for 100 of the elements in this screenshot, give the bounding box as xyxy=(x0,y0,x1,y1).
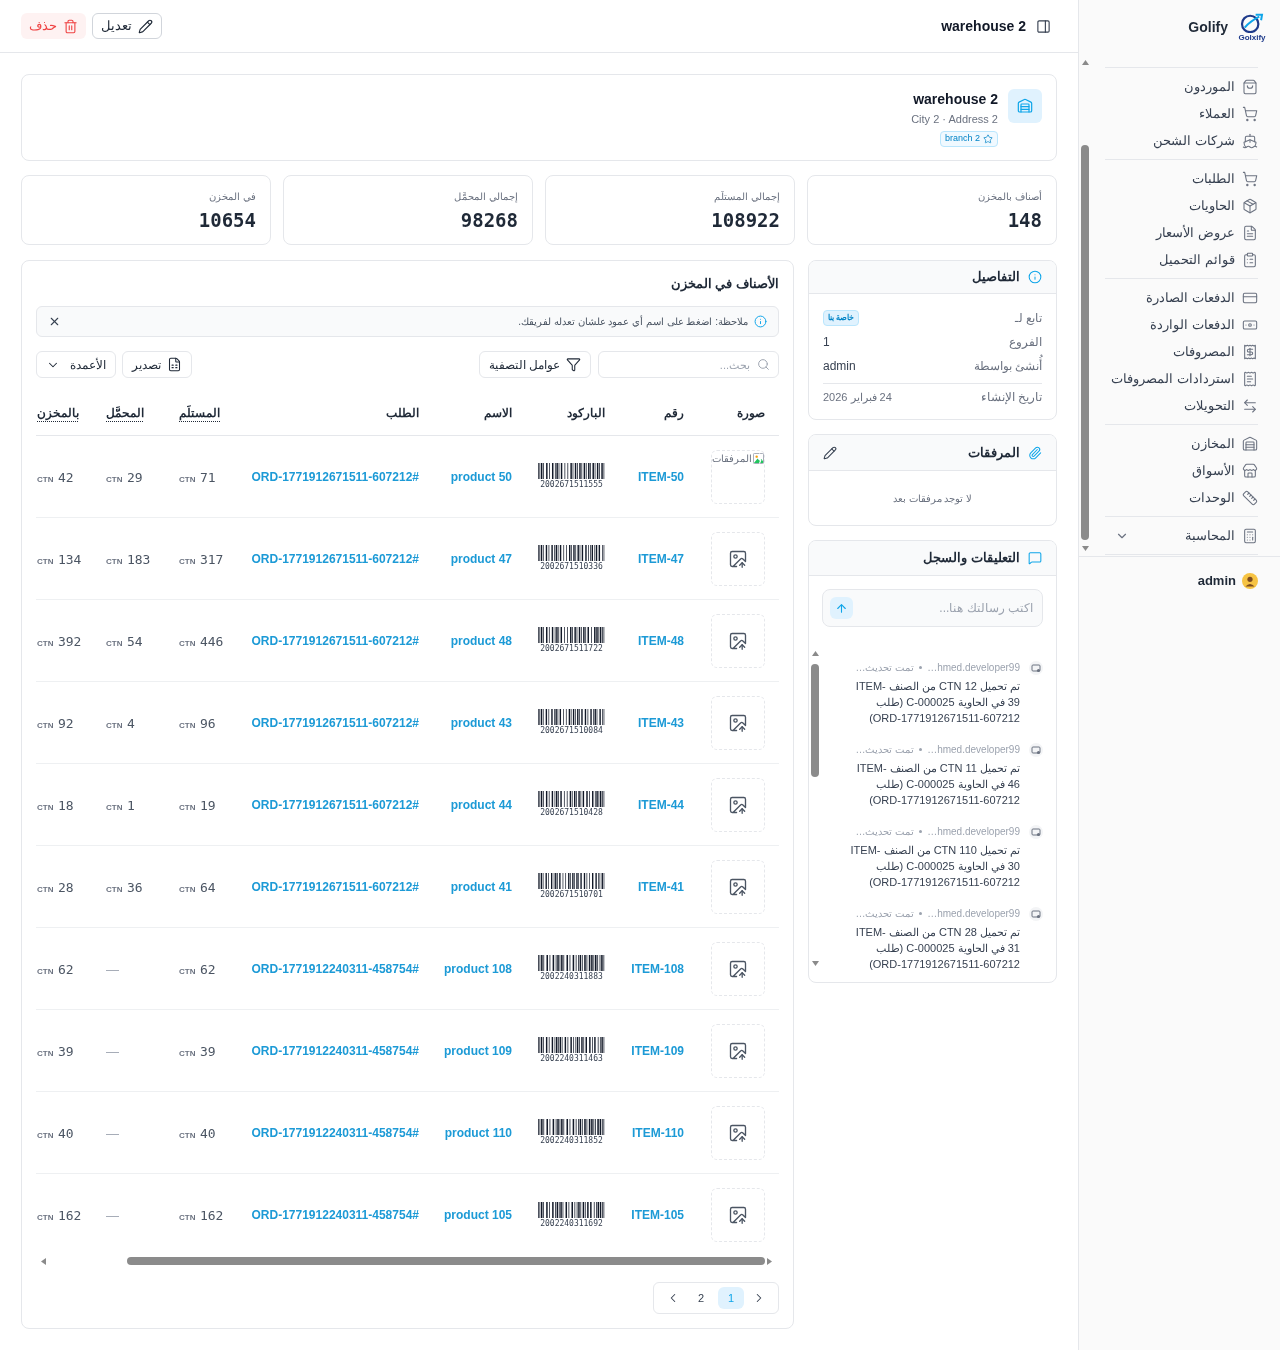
sidebar-item[interactable]: الموردون xyxy=(1105,73,1258,100)
filter-button[interactable]: عوامل التصفية xyxy=(478,351,591,378)
order-link[interactable]: ORD-1771912240311-458754# xyxy=(251,959,419,978)
sidebar-item[interactable]: العملاء xyxy=(1105,100,1258,127)
trash-icon xyxy=(63,18,78,34)
product-link[interactable]: product 109 xyxy=(444,1041,512,1060)
product-link[interactable]: product 50 xyxy=(450,467,512,486)
sidebar-item[interactable]: شركات الشحن xyxy=(1105,127,1258,154)
order-link[interactable]: ORD-1771912240311-458754# xyxy=(251,1123,419,1142)
sidebar-item[interactable]: الدفعات الصادرة xyxy=(1105,284,1258,311)
scrollbar-thumb[interactable] xyxy=(811,664,819,777)
item-link[interactable]: ITEM-43 xyxy=(638,713,684,732)
column-header[interactable]: الطلب xyxy=(386,403,419,422)
product-link[interactable]: product 41 xyxy=(450,877,512,896)
sidebar-item[interactable]: الدفعات الواردة xyxy=(1105,311,1258,338)
ship-icon xyxy=(1242,132,1258,149)
scrollbar-thumb[interactable] xyxy=(1081,145,1089,540)
sidebar-item[interactable]: الحاويات xyxy=(1105,192,1258,219)
scroll-left-arrow-icon[interactable] xyxy=(41,1257,46,1265)
image-upload-button[interactable] xyxy=(711,1105,765,1160)
scroll-up-arrow-icon[interactable] xyxy=(1081,60,1089,65)
item-link[interactable]: ITEM-41 xyxy=(638,877,684,896)
scrollbar-thumb[interactable] xyxy=(127,1257,765,1265)
field-value: 1 xyxy=(823,334,830,351)
column-header[interactable]: الاسم xyxy=(484,403,512,422)
image-upload-button[interactable] xyxy=(711,1188,765,1242)
column-header[interactable]: بالمخزن xyxy=(37,403,79,422)
column-header[interactable]: الباركود xyxy=(567,403,605,422)
sidebar-item[interactable]: المصروفات xyxy=(1105,338,1258,365)
page-button[interactable]: 1 xyxy=(718,1287,744,1309)
order-link[interactable]: ORD-1771912671511-607212# xyxy=(251,467,419,486)
sidebar-item[interactable]: التحويلات xyxy=(1105,392,1258,419)
barcode-icon xyxy=(538,463,605,479)
item-link[interactable]: ITEM-48 xyxy=(638,631,684,650)
product-link[interactable]: product 105 xyxy=(444,1206,512,1224)
page-button[interactable]: 2 xyxy=(688,1287,714,1309)
separator-dot-icon xyxy=(919,666,923,669)
order-link[interactable]: ORD-1771912671511-607212# xyxy=(251,877,419,896)
send-button[interactable] xyxy=(830,597,853,619)
pencil-icon[interactable] xyxy=(823,445,837,460)
stat-label: إجمالي المستلَم xyxy=(714,190,780,203)
sidebar-item[interactable]: المحاسبة xyxy=(1105,522,1258,549)
image-upload-button[interactable] xyxy=(711,941,765,996)
column-header[interactable]: المحمَّل xyxy=(106,403,144,422)
item-link[interactable]: ITEM-109 xyxy=(631,1041,684,1060)
user-menu-button[interactable]: admin xyxy=(1079,556,1280,604)
order-link[interactable]: ORD-1771912671511-607212# xyxy=(251,631,419,650)
scroll-down-arrow-icon[interactable] xyxy=(1081,546,1089,551)
delete-button[interactable]: حذف xyxy=(21,13,86,39)
order-link[interactable]: ORD-1771912671511-607212# xyxy=(251,713,419,732)
product-link[interactable]: product 110 xyxy=(444,1123,512,1142)
sidebar-item[interactable]: الأسواق xyxy=(1105,457,1258,484)
sidebar-item[interactable]: المخازن xyxy=(1105,430,1258,457)
sidebar-item[interactable]: الطلبات xyxy=(1105,165,1258,192)
quantity-cell-text: CTN 92 xyxy=(37,714,74,733)
image-upload-button[interactable] xyxy=(711,859,765,914)
column-header[interactable]: صورة xyxy=(737,403,765,422)
export-button[interactable]: تصدير xyxy=(122,351,192,378)
item-link[interactable]: ITEM-47 xyxy=(638,549,684,568)
stat-label: إجمالي المحمَّل xyxy=(454,190,518,203)
product-link[interactable]: product 47 xyxy=(450,549,512,568)
image-upload-button[interactable] xyxy=(711,695,765,750)
item-link[interactable]: ITEM-110 xyxy=(631,1123,684,1142)
product-link[interactable]: product 48 xyxy=(450,631,512,650)
edit-button[interactable]: تعديل xyxy=(92,13,162,39)
separator-dot-icon xyxy=(919,912,923,915)
image-upload-button[interactable] xyxy=(711,531,765,586)
order-link[interactable]: ORD-1771912671511-607212# xyxy=(251,549,419,568)
sidebar-item[interactable]: الوحدات xyxy=(1105,484,1258,511)
order-link[interactable]: ORD-1771912671511-607212# xyxy=(251,795,419,814)
scroll-right-arrow-icon[interactable] xyxy=(767,1257,772,1265)
column-header[interactable]: رقم xyxy=(664,403,684,422)
field-label: تاريخ الإنشاء xyxy=(980,389,1042,406)
barcode-icon xyxy=(538,709,605,725)
sidebar-item[interactable]: استردادات المصروفات xyxy=(1105,365,1258,392)
scroll-up-arrow-icon[interactable] xyxy=(811,651,819,656)
image-upload-button[interactable] xyxy=(711,613,765,668)
sidebar-toggle-icon[interactable] xyxy=(1036,18,1051,34)
close-icon[interactable] xyxy=(48,315,61,328)
order-link[interactable]: ORD-1771912240311-458754# xyxy=(251,1041,419,1060)
scroll-down-arrow-icon[interactable] xyxy=(811,961,819,966)
product-link[interactable]: product 43 xyxy=(450,713,512,732)
search-field[interactable]: بحث... xyxy=(598,351,779,378)
message-input[interactable]: اكتب رسالتك هنا... xyxy=(822,589,1043,627)
item-link[interactable]: ITEM-50 xyxy=(638,467,684,486)
column-header[interactable]: المستلَم xyxy=(179,403,220,422)
quantity-cell-text: CTN 64 xyxy=(179,878,216,897)
activity-text: تم تحميل 28 CTN من الصنف ITEM-31 في الحاوية C-000025 (طلب ORD-1771912671511-607212) xyxy=(854,925,1020,972)
image-upload-icon xyxy=(728,630,748,651)
order-link[interactable]: ORD-1771912240311-458754# xyxy=(251,1206,419,1224)
image-upload-button[interactable] xyxy=(711,1023,765,1078)
image-upload-button[interactable] xyxy=(711,777,765,832)
item-link[interactable]: ITEM-108 xyxy=(631,959,684,978)
product-link[interactable]: product 44 xyxy=(450,795,512,814)
sidebar-item[interactable]: قوائم التحميل xyxy=(1105,246,1258,273)
columns-button[interactable]: الأعمدة xyxy=(36,351,116,378)
item-link[interactable]: ITEM-105 xyxy=(631,1206,684,1224)
sidebar-item[interactable]: عروض الأسعار xyxy=(1105,219,1258,246)
product-link[interactable]: product 108 xyxy=(444,959,512,978)
item-link[interactable]: ITEM-44 xyxy=(638,795,684,814)
